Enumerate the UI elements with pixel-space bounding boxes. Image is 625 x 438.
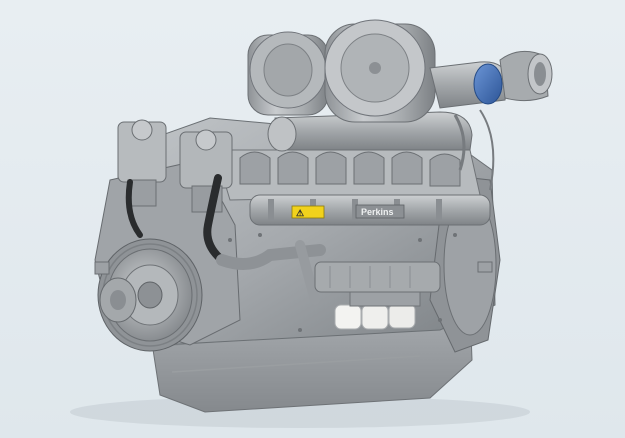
air-filter-right [324,19,436,123]
product-image-stage: ⚠ Perkins [0,0,625,438]
oil-cooler [314,261,441,293]
turbo-blue-coupling [473,63,503,105]
brand-plate-text: Perkins [361,207,394,217]
warning-label-glyph: ⚠ [296,208,304,218]
engine-illustration: ⚠ Perkins [70,19,553,428]
air-filter-left [247,31,329,116]
turbocharger [429,50,553,109]
